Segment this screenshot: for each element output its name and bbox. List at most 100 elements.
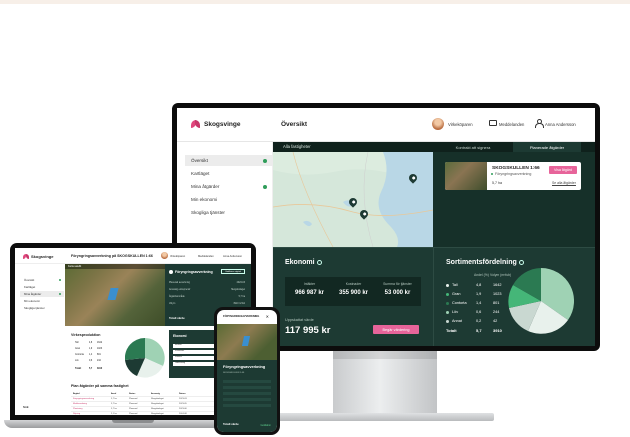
sidebar-item-kartlaget[interactable]: Kartläget: [185, 168, 273, 179]
row-name: Totalt: [75, 368, 82, 370]
brand-name: Skogsvinge: [204, 120, 241, 128]
messages-link[interactable]: Meddelanden: [499, 122, 524, 127]
column-header[interactable]: Åtgärd: [73, 393, 80, 395]
laptop-header: Skogsvinge Föryngringsavverkning på SKOG…: [15, 248, 251, 264]
phone-header-title: FÖRYNGRINGSAVVERKNING: [223, 315, 260, 318]
economy-panel: Ekonomi Intäkter 966 987 kr Kostnader 355 …: [273, 247, 433, 346]
production-row: Tall 4,8 1642: [75, 342, 102, 344]
row-share: 0,6: [89, 360, 93, 362]
row-volume: 3910: [97, 368, 103, 370]
person-icon[interactable]: [535, 119, 544, 128]
column-header[interactable]: Ansvarig: [151, 393, 160, 395]
sidebar-item-min-ekonomi[interactable]: Min ekonomi: [20, 298, 64, 304]
detail-label: Åtgärdsområde: [169, 296, 185, 298]
estimated-value-label: Uppskattat värde: [285, 318, 314, 322]
envelope-icon[interactable]: [489, 120, 497, 126]
economy-summary: Intäkter 966 987 kr Kostnader 355 900 kr S…: [285, 277, 421, 306]
satellite-image[interactable]: Karta satellit: [65, 264, 165, 326]
phone-header: FÖRYNGRINGSAVVERKNING ✕: [217, 310, 277, 322]
satellite-image[interactable]: [217, 324, 277, 360]
card-title: SKOGSKULLEN 1:66: [492, 166, 540, 171]
all-actions-link[interactable]: Se alla åtgärder: [552, 181, 576, 185]
row-volume: 1642: [493, 283, 502, 287]
swatch: [446, 293, 449, 296]
cell-action[interactable]: Föryngringsavverkning: [73, 398, 94, 400]
brand-logo[interactable]: Skogsvinge: [191, 120, 240, 128]
detail-row: Planerad avverkning 2023-03: [169, 282, 245, 287]
map-filter-label[interactable]: Alla fastigheter: [283, 144, 311, 149]
swatch: [446, 311, 449, 314]
messages-link[interactable]: Meddelanden: [198, 255, 214, 258]
income-value: 966 987 kr: [294, 290, 325, 296]
info-icon[interactable]: [518, 259, 524, 265]
request-valuation-button[interactable]: Begär värdering: [373, 325, 419, 334]
economy-services: Summa för tjänster 53 000 kr: [375, 282, 420, 296]
avatar[interactable]: [432, 118, 444, 130]
avatar[interactable]: [161, 252, 168, 259]
column-header[interactable]: Status: [129, 393, 135, 395]
cell-area: 5,7 ha: [111, 402, 117, 405]
cell-owner: Skogsbolaget: [151, 407, 164, 410]
brand-logo[interactable]: Skogsvinge: [23, 254, 53, 259]
butterfly-logo-icon: [191, 120, 201, 128]
cell-owner: Skogsbolaget: [151, 397, 164, 400]
account-link[interactable]: Anna Andersson: [545, 122, 576, 127]
action-card[interactable]: SKOGSKULLEN 1:66 Föryngringsavverkning 5…: [445, 162, 581, 190]
row-volume: 42: [493, 319, 498, 323]
production-total: Totalt 5,7 3910: [75, 368, 102, 370]
row-name: Löv: [75, 360, 79, 362]
user-name[interactable]: Virkeköparen: [448, 122, 473, 127]
total-value-label: Totalt värde: [169, 316, 185, 320]
info-icon[interactable]: [316, 259, 322, 265]
map-toolbar: Alla fastigheter: [273, 142, 433, 152]
cell-action[interactable]: Markberedning: [73, 403, 87, 405]
sidebar-item-oversikt[interactable]: Översikt: [185, 155, 273, 166]
production-pie-chart: [125, 338, 165, 378]
desktop-header: Skogsvinge Översikt Virkeköparen Meddela…: [177, 108, 595, 142]
assortment-row: Gran 1,9 1023: [446, 292, 508, 300]
cell-date: 2023-06: [179, 407, 187, 410]
brand-name: Skogsvinge: [31, 254, 54, 259]
sidebar-item-label: Översikt: [24, 278, 35, 282]
view-action-button[interactable]: Visa åtgärd: [549, 166, 577, 174]
cell-date: 2023-05: [179, 402, 187, 405]
cell-date: 2023-03: [179, 397, 187, 400]
economy-income: Intäkter 966 987 kr: [287, 282, 332, 296]
sidebar-item-label: Kartläget: [24, 285, 36, 289]
table-title: Plan åtgärder på samma fastighet: [71, 384, 129, 388]
sidebar-item-label: Mina åtgärder: [191, 184, 220, 189]
column-header[interactable]: Datum: [179, 393, 185, 395]
row-share: 1,9: [89, 348, 93, 350]
top-band: [0, 0, 630, 4]
sidebar-item-min-ekonomi[interactable]: Min ekonomi: [185, 194, 273, 205]
tab-planerade[interactable]: Planerade åtgärder: [513, 142, 581, 152]
assortment-row: Tall 4,8 1642: [446, 283, 508, 291]
sidebar-item-skogliga-tjanster[interactable]: Skogliga tjänster: [20, 305, 64, 311]
sidebar-item-mina-atgarder[interactable]: Mina åtgärder: [20, 291, 64, 297]
approve-action-button[interactable]: Godkänn åtgärd: [221, 269, 245, 274]
cell-action[interactable]: Plantering: [73, 408, 82, 410]
sidebar-item-oversikt[interactable]: Översikt: [20, 277, 64, 283]
assortment-title: Sortimentsfördelning: [446, 259, 524, 266]
property-map[interactable]: [273, 152, 433, 247]
row-share: 1,9: [476, 292, 482, 296]
user-name[interactable]: Virkeköparen: [170, 255, 185, 258]
total-label: Totalt: [446, 328, 457, 333]
status-dot: [59, 279, 61, 281]
assortment-title-text: Sortimentsfördelning: [446, 259, 517, 266]
row-share: 4,8: [89, 342, 93, 344]
costs-value: 355 900 kr: [338, 290, 369, 296]
account-link[interactable]: Anna Andersson: [223, 255, 242, 258]
cell-owner: Skogsbolaget: [151, 402, 164, 405]
tab-kontrakt[interactable]: Kontrakt att signera: [437, 142, 509, 152]
sidebar-item-mina-atgarder[interactable]: Mina åtgärder: [185, 181, 273, 192]
close-icon[interactable]: ✕: [266, 314, 269, 319]
detail-row: [223, 392, 271, 395]
column-header[interactable]: Areal: [111, 393, 116, 395]
swatch: [446, 320, 449, 323]
sidebar-item-kartlaget[interactable]: Kartläget: [20, 284, 64, 290]
sidebar-footer[interactable]: Sök: [23, 405, 29, 409]
sidebar-item-skogliga-tjanster[interactable]: Skogliga tjänster: [185, 207, 273, 218]
approve-link[interactable]: Godkänn: [260, 424, 271, 427]
cell-action[interactable]: Röjning: [73, 413, 80, 415]
